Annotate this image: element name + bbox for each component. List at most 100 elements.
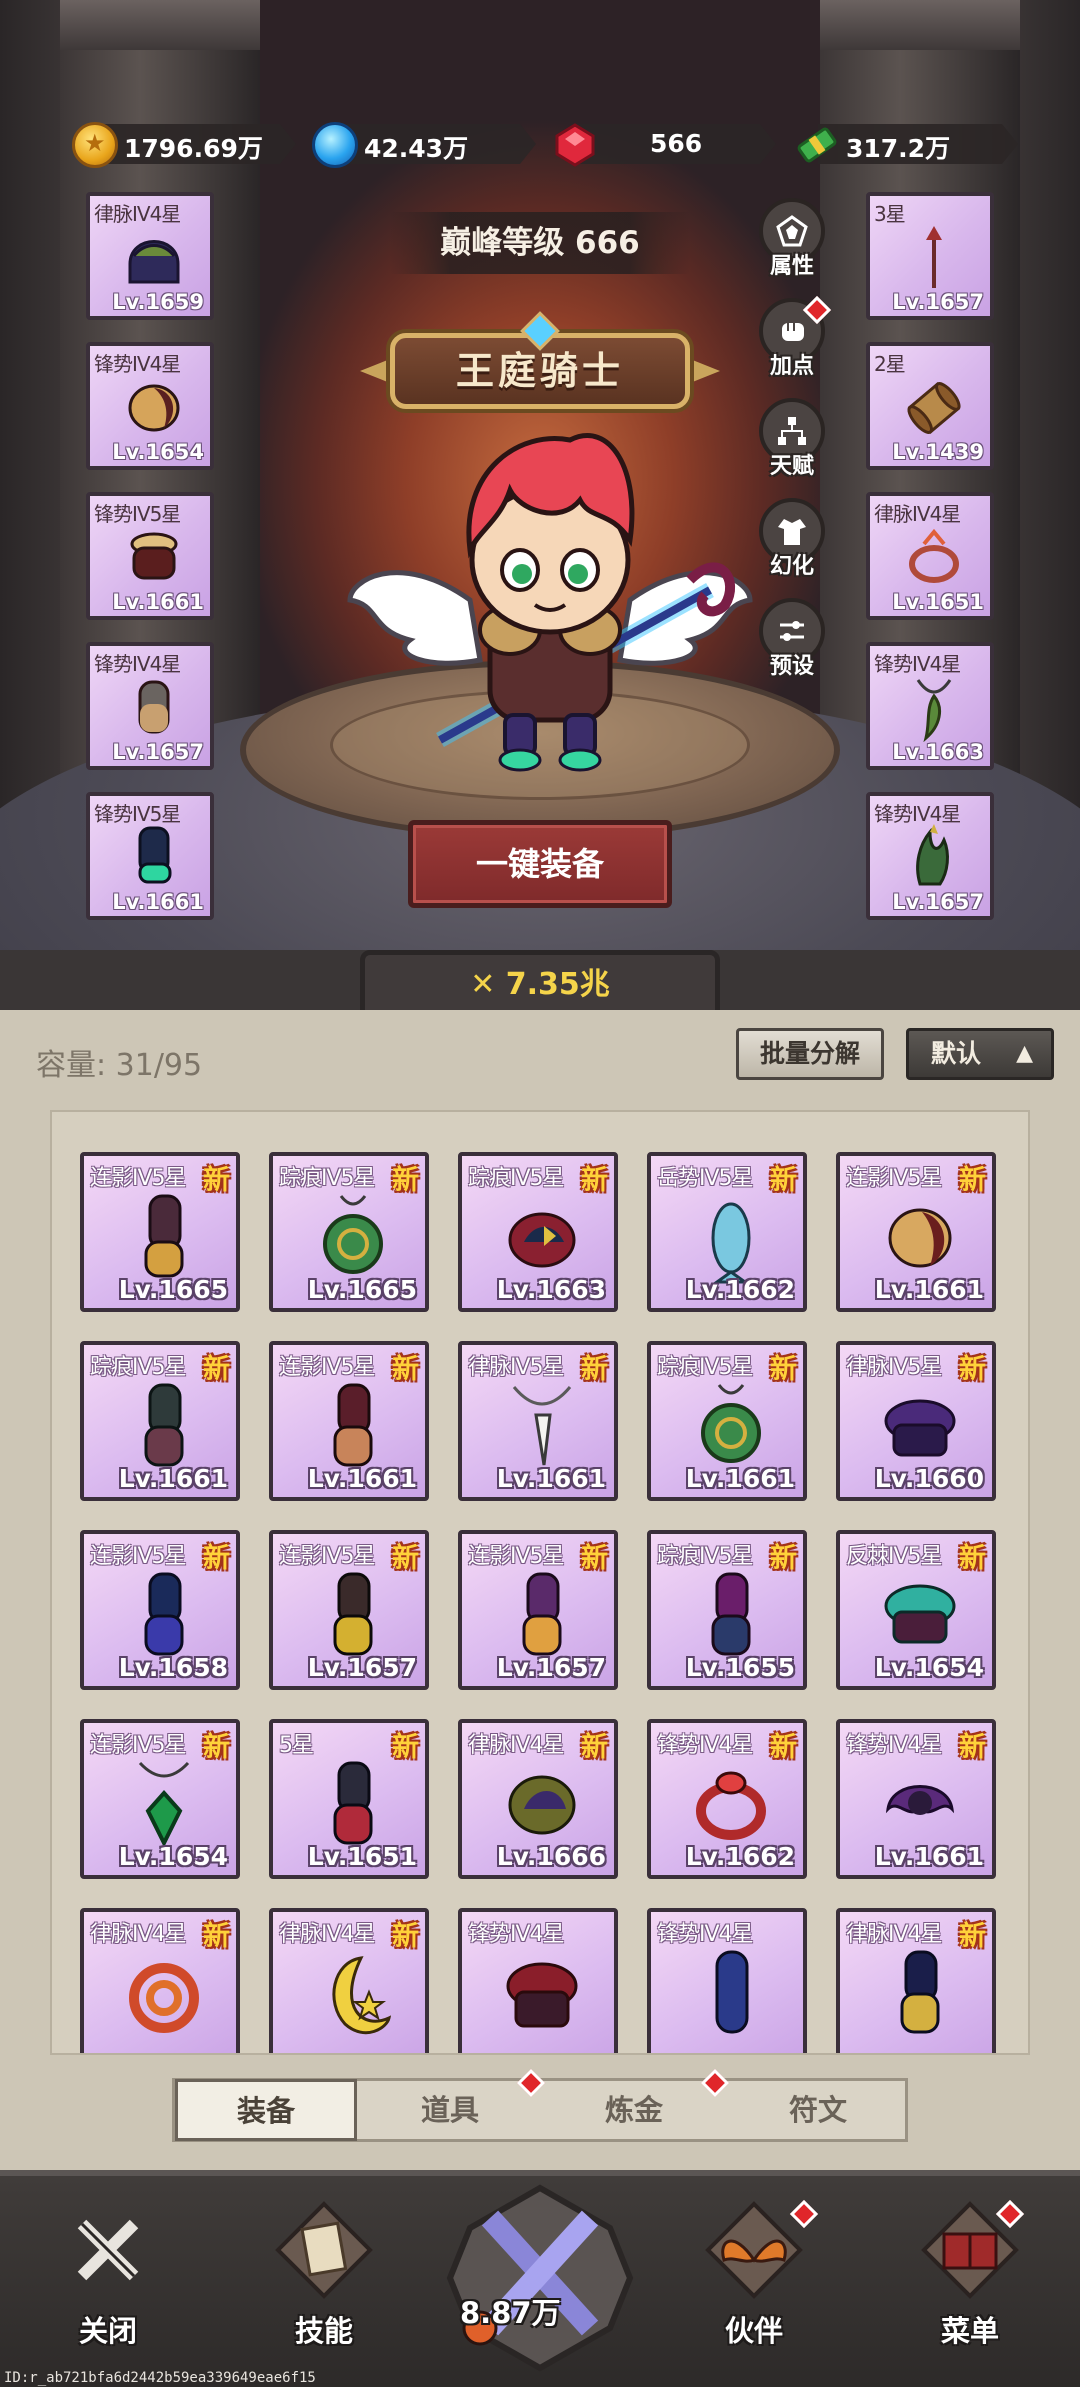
inventory-item[interactable]: 连影IV5星新 Lv.1661	[836, 1152, 996, 1312]
amulet-icon	[701, 1384, 761, 1463]
inventory-item[interactable]: 踪痕IV5星新 Lv.1661	[80, 1341, 240, 1501]
equip-slot-shoulder[interactable]: 锋势IV4星 Lv.1654	[86, 342, 214, 470]
item-level: Lv.1655	[685, 1653, 795, 1682]
costume-icon	[778, 519, 806, 545]
ring-icon	[696, 1771, 766, 1840]
item-name: 5星	[279, 1733, 314, 1758]
tab-equipment[interactable]: 装备	[175, 2079, 357, 2141]
inventory-item[interactable]: 锋势IV4星新 Lv.1662	[647, 1719, 807, 1879]
fist-icon	[782, 323, 804, 341]
new-badge: 新	[959, 1732, 986, 1763]
talent-button[interactable]: 天赋	[757, 398, 827, 488]
inventory-item[interactable]: 连影IV5星新 Lv.1657	[458, 1530, 618, 1690]
boots-icon	[144, 1383, 184, 1467]
inventory-grid[interactable]: 连影IV5星新 Lv.1665 踪痕IV5星新 Lv.1665 踪痕IV5星新 Lv.16…	[50, 1110, 1030, 2055]
boots-icon	[711, 1572, 751, 1656]
costume-button[interactable]: 幻化	[757, 498, 827, 588]
new-badge: 新	[959, 1165, 986, 1196]
inventory-item[interactable]: 连影IV5星新 Lv.1665	[80, 1152, 240, 1312]
inventory-item[interactable]: 连影IV5星新 Lv.1658	[80, 1530, 240, 1690]
inventory-item[interactable]: 律脉IV4星新	[836, 1908, 996, 2053]
item-name: 踪痕IV5星	[657, 1544, 754, 1569]
inventory-item[interactable]: 律脉IV5星新 Lv.1660	[836, 1341, 996, 1501]
nav-menu[interactable]: 菜单	[900, 2190, 1040, 2350]
inventory-item[interactable]: 锋势IV4星	[647, 1908, 807, 2053]
sort-dropdown[interactable]: 默认 ▲	[906, 1028, 1054, 1080]
tab-runes[interactable]: 符文	[727, 2081, 909, 2139]
hero-character[interactable]	[340, 430, 760, 790]
nav-skills[interactable]: 技能	[254, 2190, 394, 2350]
boots-icon	[144, 1194, 184, 1278]
new-badge: 新	[581, 1732, 608, 1763]
equip-slot-belt[interactable]: 锋势IV5星 Lv.1661	[86, 492, 214, 620]
item-name: 锋势IV4星	[657, 1733, 754, 1758]
item-level: Lv.1661	[874, 1842, 984, 1871]
inventory-item[interactable]: 踪痕IV5星新 Lv.1655	[647, 1530, 807, 1690]
tab-alchemy[interactable]: 炼金	[543, 2081, 725, 2139]
item-name: 律脉IV4星	[90, 1922, 187, 1947]
inventory-item[interactable]: 锋势IV4星新 Lv.1661	[836, 1719, 996, 1879]
preset-button[interactable]: 预设	[757, 598, 827, 688]
inventory-item[interactable]: 律脉IV4星新 Lv.1666	[458, 1719, 618, 1879]
inventory-item[interactable]: 连影IV5星新 Lv.1654	[80, 1719, 240, 1879]
new-badge: 新	[203, 1354, 230, 1385]
nav-close[interactable]: 关闭	[38, 2190, 178, 2350]
battle-button[interactable]	[440, 2178, 640, 2378]
shoulder-armor-icon	[128, 384, 180, 432]
inventory-item[interactable]: 律脉IV4星新	[80, 1908, 240, 2053]
equip-slot-scroll[interactable]: 2星 Lv.1439	[866, 342, 994, 470]
equip-slot-helmet[interactable]: 律脉IV4星 Lv.1659	[86, 192, 214, 320]
inventory-item[interactable]: 踪痕IV5星新 Lv.1665	[269, 1152, 429, 1312]
inventory-item[interactable]: 律脉IV4星新	[269, 1908, 429, 2053]
inventory-item[interactable]: 律脉IV5星新 Lv.1661	[458, 1341, 618, 1501]
attributes-button[interactable]: 属性	[757, 198, 827, 288]
crescent-icon	[332, 1956, 391, 2035]
ring-icon	[909, 528, 959, 583]
inventory-item[interactable]: 连影IV5星新 Lv.1661	[269, 1341, 429, 1501]
inventory-item[interactable]: 锋势IV4星	[458, 1908, 618, 2053]
equip-slot-ring[interactable]: 律脉IV4星 Lv.1651	[866, 492, 994, 620]
boots-icon	[522, 1572, 562, 1656]
hero-title: 王庭骑士	[455, 349, 624, 393]
add-points-button[interactable]: 加点	[757, 295, 832, 388]
item-level: Lv.1661	[496, 1464, 606, 1493]
inventory-item[interactable]: 踪痕IV5星新 Lv.1663	[458, 1152, 618, 1312]
equip-slot-weapon[interactable]: 3星 Lv.1657	[866, 192, 994, 320]
item-level: Lv.1654	[118, 1842, 228, 1871]
item-name: 律脉IV5星	[846, 1355, 943, 1380]
item-level: Lv.1662	[685, 1842, 795, 1871]
equip-slot-claw[interactable]: 锋势IV4星 Lv.1657	[866, 792, 994, 920]
new-badge: 新	[203, 1543, 230, 1574]
item-level: Lv.1663	[496, 1275, 606, 1304]
equip-slot-necklace[interactable]: 锋势IV4星 Lv.1663	[866, 642, 994, 770]
gold-amount: 1796.69万	[124, 134, 263, 163]
new-badge: 新	[770, 1543, 797, 1574]
gem-amount: 42.43万	[364, 134, 469, 163]
item-name: 连影IV5星	[90, 1544, 187, 1569]
inventory-item[interactable]: 连影IV5星新 Lv.1657	[269, 1530, 429, 1690]
sort-value: 默认	[931, 1039, 982, 1068]
equip-all-button[interactable]: 一键装备	[408, 820, 672, 908]
item-name: 踪痕IV5星	[279, 1166, 376, 1191]
inventory-item[interactable]: 踪痕IV5星新 Lv.1661	[647, 1341, 807, 1501]
item-name: 连影IV5星	[90, 1166, 187, 1191]
preset-sliders-icon	[780, 621, 804, 641]
boots-icon	[333, 1383, 373, 1467]
item-name: 踪痕IV5星	[90, 1355, 187, 1380]
equip-slot-leg[interactable]: 锋势IV4星 Lv.1657	[86, 642, 214, 770]
batch-dismantle-button[interactable]: 批量分解	[736, 1028, 884, 1080]
new-badge: 新	[770, 1354, 797, 1385]
tab-items[interactable]: 道具	[359, 2081, 541, 2139]
new-badge: 新	[581, 1165, 608, 1196]
hero-scene: 1796.69万 42.43万 566 317.2万 巅峰等级 666 王庭骑士	[0, 0, 1080, 1010]
device-id: ID:r_ab721bfa6d2442b59ea339649eae6f15	[4, 2370, 316, 2386]
equip-slot-boots[interactable]: 锋势IV5星 Lv.1661	[86, 792, 214, 920]
nav-partner[interactable]: 伙伴	[684, 2190, 824, 2350]
new-badge: 新	[959, 1354, 986, 1385]
item-level: Lv.1657	[307, 1653, 417, 1682]
inventory-item[interactable]: 5星 新 Lv.1651	[269, 1719, 429, 1879]
cash-bundle-icon	[794, 122, 840, 168]
inventory-item[interactable]: 反棘IV5星新 Lv.1654	[836, 1530, 996, 1690]
spear-icon	[926, 226, 942, 288]
inventory-item[interactable]: 岳势IV5星新 Lv.1662	[647, 1152, 807, 1312]
